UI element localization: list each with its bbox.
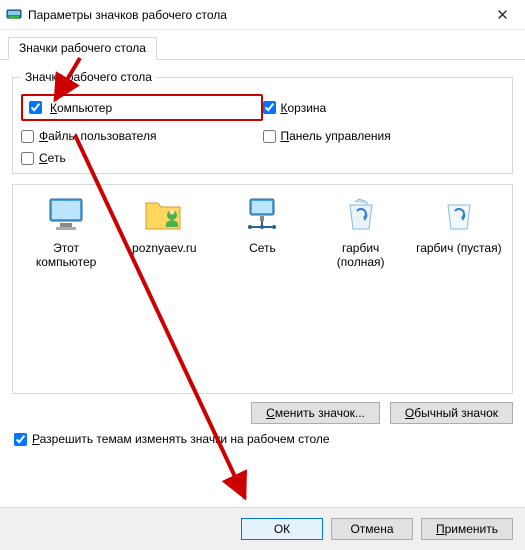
checkbox-computer-highlight: Компьютер (21, 94, 263, 121)
app-icon (6, 7, 22, 23)
dialog-button-bar: ОК Отмена Применить (0, 507, 525, 550)
title-bar: Параметры значков рабочего стола ✕ (0, 0, 525, 30)
checkbox-controlpanel-row[interactable]: Панель управления (263, 129, 505, 143)
checkbox-network-row[interactable]: Сеть (21, 151, 263, 165)
preview-label: гарбич (полная) (317, 241, 405, 270)
allow-themes-row[interactable]: Разрешить темам изменять значки на рабоч… (14, 432, 511, 446)
preview-label: гарбич (пустая) (415, 241, 503, 255)
checkbox-userfiles-label: Файлы пользователя (39, 129, 156, 143)
close-button[interactable]: ✕ (480, 6, 525, 24)
checkbox-userfiles[interactable] (21, 130, 34, 143)
recycle-full-icon (343, 197, 379, 233)
apply-button[interactable]: Применить (421, 518, 513, 540)
checkbox-network[interactable] (21, 152, 34, 165)
recycle-empty-icon (441, 197, 477, 233)
icons-group: Значки рабочего стола Компьютер Корзина … (12, 70, 513, 174)
tab-strip: Значки рабочего стола (0, 36, 525, 60)
change-icon-button[interactable]: Сменить значок... (251, 402, 380, 424)
monitor-icon (46, 197, 86, 233)
window-title: Параметры значков рабочего стола (28, 8, 480, 22)
checkbox-userfiles-row[interactable]: Файлы пользователя (21, 129, 263, 143)
preview-item-recycle-full[interactable]: гарбич (полная) (317, 195, 405, 270)
preview-label: Сеть (218, 241, 306, 255)
preview-item-network[interactable]: Сеть (218, 195, 306, 255)
checkbox-controlpanel[interactable] (263, 130, 276, 143)
allow-themes-checkbox[interactable] (14, 433, 27, 446)
checkbox-computer[interactable] (29, 101, 42, 114)
preview-item-computer[interactable]: Этот компьютер (22, 195, 110, 270)
folder-user-icon (144, 197, 184, 233)
checkbox-network-label: Сеть (39, 151, 66, 165)
network-icon (242, 197, 282, 233)
allow-themes-label: Разрешить темам изменять значки на рабоч… (32, 432, 330, 446)
ok-button[interactable]: ОК (241, 518, 323, 540)
checkbox-computer-label: Компьютер (50, 101, 112, 115)
preview-item-user[interactable]: poznyaev.ru (120, 195, 208, 255)
default-icon-button[interactable]: Обычный значок (390, 402, 513, 424)
icon-preview-pane: Этот компьютер poznyaev.ru Сеть (12, 184, 513, 394)
checkbox-recycle-row[interactable]: Корзина (263, 94, 505, 121)
checkbox-controlpanel-label: Панель управления (281, 129, 391, 143)
group-legend: Значки рабочего стола (21, 70, 156, 84)
cancel-button[interactable]: Отмена (331, 518, 413, 540)
preview-item-recycle-empty[interactable]: гарбич (пустая) (415, 195, 503, 255)
checkbox-recycle-label: Корзина (281, 101, 327, 115)
tab-desktop-icons[interactable]: Значки рабочего стола (8, 37, 157, 60)
preview-label: Этот компьютер (22, 241, 110, 270)
checkbox-recycle[interactable] (263, 101, 276, 114)
preview-label: poznyaev.ru (120, 241, 208, 255)
